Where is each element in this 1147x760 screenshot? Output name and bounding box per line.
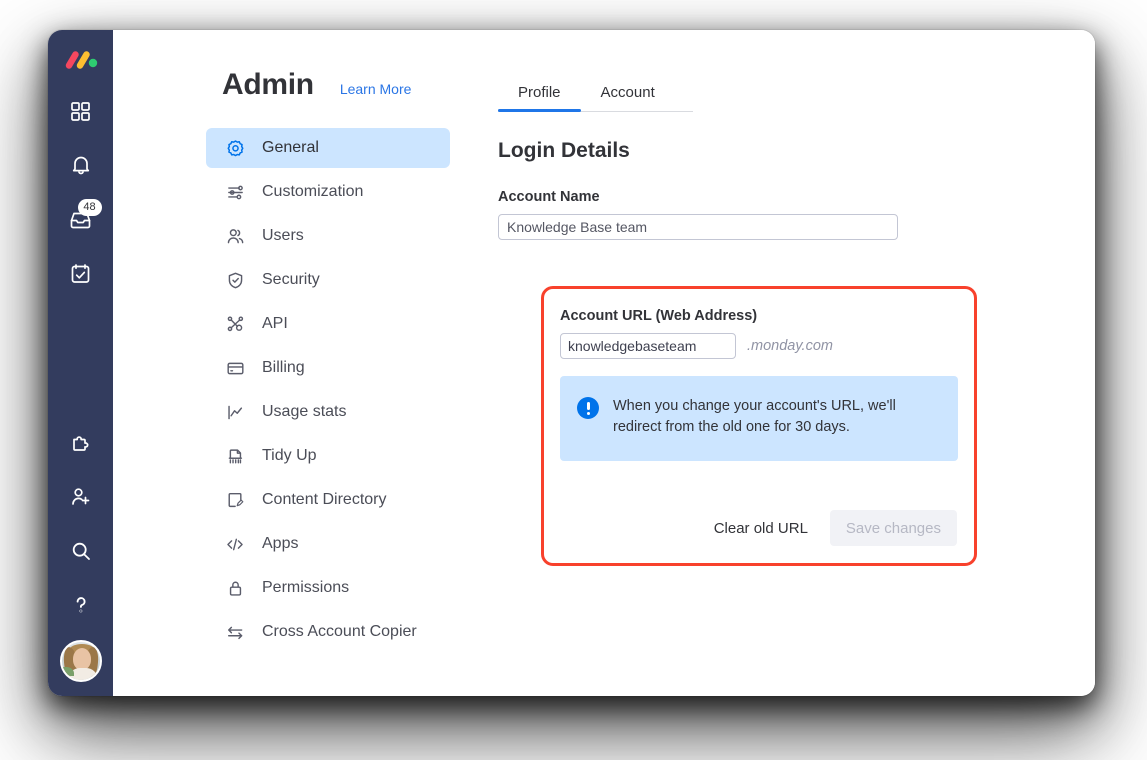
- rail-bottom-icons: [48, 424, 113, 682]
- account-url-label: Account URL (Web Address): [560, 308, 758, 324]
- sidebar-item-label: Tidy Up: [262, 447, 317, 464]
- info-exclamation-icon: [577, 397, 599, 419]
- sidebar-item-content-directory[interactable]: Content Directory: [206, 480, 450, 520]
- api-nodes-icon: [224, 313, 246, 335]
- sidebar-item-billing[interactable]: Billing: [206, 348, 450, 388]
- sidebar-item-tidy-up[interactable]: Tidy Up: [206, 436, 450, 476]
- search-icon[interactable]: [62, 532, 100, 570]
- bell-icon[interactable]: [62, 146, 100, 184]
- app-window: 48 Admin Learn More General Customizatio…: [48, 30, 1095, 696]
- admin-header: Admin Learn More: [222, 68, 411, 102]
- sidebar-item-label: General: [262, 139, 319, 156]
- sidebar-item-permissions[interactable]: Permissions: [206, 568, 450, 608]
- my-work-icon[interactable]: [62, 254, 100, 292]
- help-icon[interactable]: [62, 586, 100, 624]
- account-url-row: knowledgebaseteam .monday.com: [560, 333, 958, 359]
- avatar-plant-leaf: [62, 667, 74, 676]
- admin-settings-nav: General Customization Users Security API…: [206, 128, 450, 656]
- left-rail: 48: [48, 30, 113, 696]
- url-change-notice: When you change your account's URL, we'l…: [560, 376, 958, 461]
- sidebar-item-label: Cross Account Copier: [262, 623, 417, 640]
- avatar-face: [72, 648, 91, 670]
- chart-line-icon: [224, 401, 246, 423]
- sidebar-item-label: Billing: [262, 359, 305, 376]
- tab-account[interactable]: Account: [581, 78, 675, 111]
- inbox-badge: 48: [77, 199, 102, 216]
- account-url-input[interactable]: knowledgebaseteam: [560, 333, 736, 359]
- sidebar-item-label: Users: [262, 227, 304, 244]
- invite-user-icon[interactable]: [62, 478, 100, 516]
- sidebar-item-label: Customization: [262, 183, 364, 200]
- transfer-arrows-icon: [224, 621, 246, 643]
- save-changes-button: Save changes: [829, 510, 957, 546]
- section-title: Login Details: [498, 139, 630, 162]
- sidebar-item-label: Security: [262, 271, 320, 288]
- tab-profile[interactable]: Profile: [498, 78, 581, 112]
- sidebar-item-users[interactable]: Users: [206, 216, 450, 256]
- broom-icon: [224, 445, 246, 467]
- document-edit-icon: [224, 489, 246, 511]
- page-title: Admin: [222, 68, 314, 101]
- credit-card-icon: [224, 357, 246, 379]
- sidebar-item-label: Content Directory: [262, 491, 387, 508]
- sidebar-item-apps[interactable]: Apps: [206, 524, 450, 564]
- sidebar-item-label: Usage stats: [262, 403, 347, 420]
- sliders-icon: [224, 181, 246, 203]
- shield-check-icon: [224, 269, 246, 291]
- sidebar-item-label: API: [262, 315, 288, 332]
- lock-icon: [224, 577, 246, 599]
- notice-text: When you change your account's URL, we'l…: [613, 398, 896, 435]
- code-brackets-icon: [224, 533, 246, 555]
- rail-primary-icons: 48: [48, 92, 113, 292]
- sidebar-item-api[interactable]: API: [206, 304, 450, 344]
- screenshot-root: 48 Admin Learn More General Customizatio…: [0, 0, 1147, 760]
- puzzle-icon[interactable]: [62, 424, 100, 462]
- sidebar-item-customization[interactable]: Customization: [206, 172, 450, 212]
- admin-content: Admin Learn More General Customization U…: [113, 30, 1095, 696]
- profile-panel: Profile Account Login Details Account Na…: [498, 78, 978, 240]
- user-avatar[interactable]: [59, 640, 102, 682]
- sidebar-item-label: Apps: [262, 535, 299, 552]
- learn-more-link[interactable]: Learn More: [340, 81, 412, 97]
- apps-grid-icon[interactable]: [62, 92, 100, 130]
- gear-icon: [224, 137, 246, 159]
- inbox-icon[interactable]: 48: [62, 199, 102, 238]
- account-url-actions: Clear old URL Save changes: [700, 510, 957, 546]
- sidebar-item-general[interactable]: General: [206, 128, 450, 168]
- account-url-domain-suffix: .monday.com: [747, 338, 833, 354]
- account-name-label: Account Name: [498, 189, 600, 205]
- sidebar-item-label: Permissions: [262, 579, 350, 596]
- account-name-input[interactable]: Knowledge Base team: [498, 214, 898, 240]
- account-url-section: Account URL (Web Address) knowledgebaset…: [544, 289, 974, 461]
- users-icon: [224, 225, 246, 247]
- account-url-highlight-box: Account URL (Web Address) knowledgebaset…: [541, 286, 977, 566]
- monday-logo[interactable]: [64, 48, 98, 72]
- sidebar-item-cross-account-copier[interactable]: Cross Account Copier: [206, 612, 450, 652]
- sidebar-item-security[interactable]: Security: [206, 260, 450, 300]
- panel-tabs: Profile Account: [498, 78, 693, 112]
- sidebar-item-usage-stats[interactable]: Usage stats: [206, 392, 450, 432]
- clear-old-url-button[interactable]: Clear old URL: [700, 510, 822, 546]
